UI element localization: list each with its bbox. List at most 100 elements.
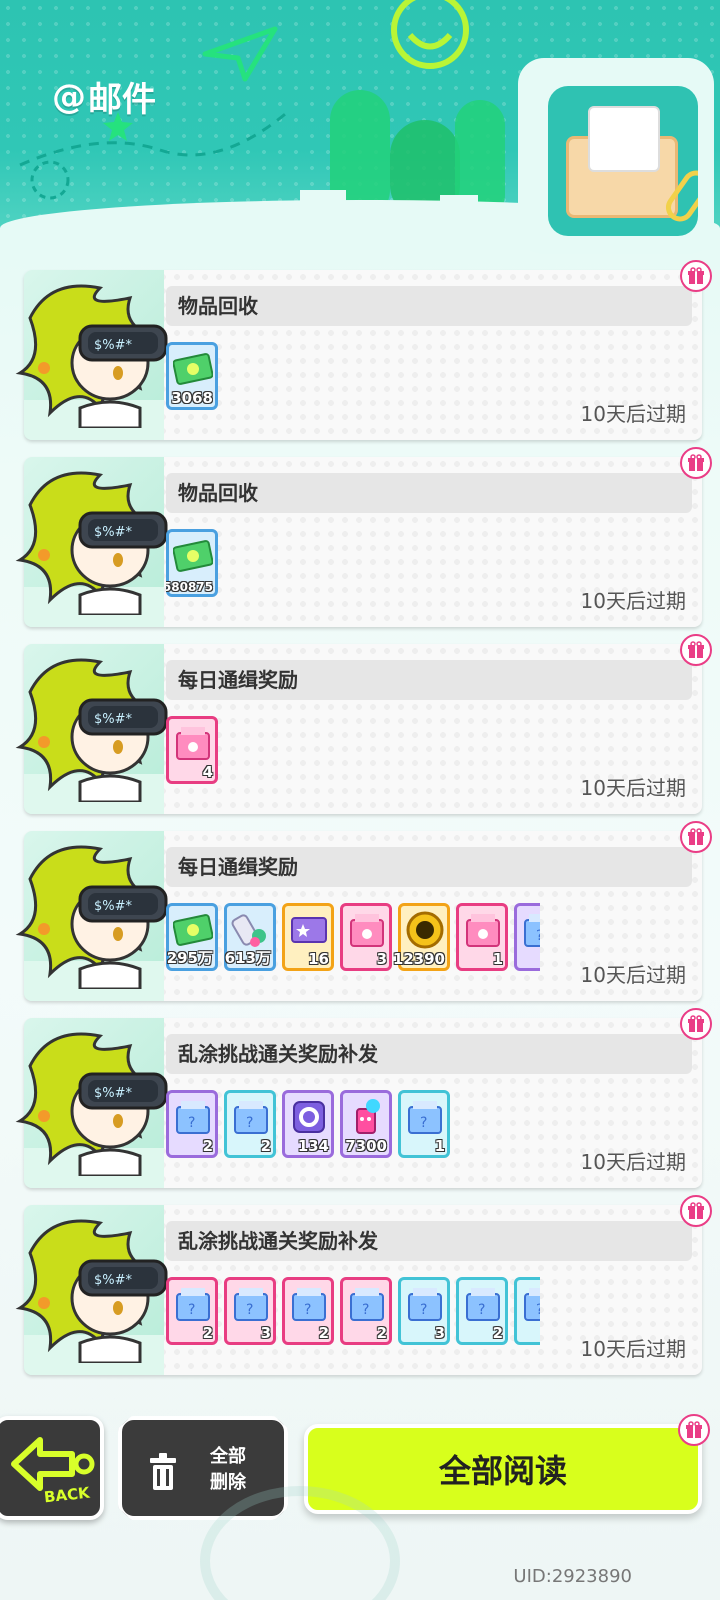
reward-count: 613万 bbox=[224, 949, 271, 967]
cash-icon bbox=[173, 914, 213, 946]
mail-card[interactable]: $%#* 每日通缉奖励 295万 613万 16 3 12390 1? 10天后过期 bbox=[15, 821, 712, 1001]
reward-count: 2 bbox=[260, 1137, 271, 1155]
blue-milk-box-icon: ? bbox=[176, 1101, 210, 1134]
sender-avatar: $%#* bbox=[10, 839, 180, 991]
reward-count: 3068 bbox=[171, 389, 213, 407]
reward-count: 2 bbox=[318, 1324, 329, 1342]
mail-card[interactable]: $%#* 每日通缉奖励 4 10天后过期 bbox=[15, 634, 712, 814]
reward-items: 295万 613万 16 3 12390 1? bbox=[166, 903, 540, 973]
reward-item[interactable]: 12390 bbox=[393, 903, 450, 971]
svg-text:$%#*: $%#* bbox=[94, 1086, 133, 1101]
svg-text:?: ? bbox=[188, 1302, 195, 1318]
trash-icon bbox=[150, 1453, 176, 1490]
reward-count: 4 bbox=[202, 763, 213, 781]
reward-item[interactable]: 16 bbox=[282, 903, 334, 971]
reward-item[interactable]: ? bbox=[514, 1277, 540, 1345]
reward-item[interactable]: 134 bbox=[282, 1090, 334, 1158]
reward-item[interactable]: 7300 bbox=[340, 1090, 392, 1158]
reward-items: 4 bbox=[166, 716, 540, 786]
blue-milk-box-icon: ? bbox=[524, 1288, 540, 1321]
read-all-label: 全部阅读 bbox=[438, 1452, 567, 1490]
reward-item[interactable]: 295万 bbox=[166, 903, 218, 971]
reward-items: 3068 bbox=[166, 342, 540, 412]
svg-text:?: ? bbox=[536, 1302, 540, 1318]
gift-icon bbox=[680, 447, 712, 479]
gift-icon bbox=[680, 1008, 712, 1040]
reward-item[interactable]: 3 bbox=[340, 903, 392, 971]
svg-text:?: ? bbox=[420, 1115, 427, 1131]
back-button[interactable]: BACK bbox=[0, 1416, 104, 1520]
mail-subject: 每日通缉奖励 bbox=[166, 660, 692, 700]
svg-text:$%#*: $%#* bbox=[94, 525, 133, 540]
svg-text:?: ? bbox=[420, 1302, 427, 1318]
mail-expiry: 10天后过期 bbox=[580, 402, 686, 426]
reward-count: 1 bbox=[492, 950, 503, 968]
mail-envelope-badge bbox=[518, 58, 714, 254]
blue-milk-box-icon: ? bbox=[408, 1288, 442, 1321]
delete-label-line1: 全部 bbox=[210, 1446, 246, 1467]
blue-milk-box-icon: ? bbox=[524, 914, 540, 947]
reward-item[interactable]: ? 2 bbox=[166, 1277, 218, 1345]
reward-item[interactable]: ? 2 bbox=[224, 1090, 276, 1158]
reward-item[interactable]: 580875 bbox=[166, 529, 218, 597]
smiley-icon bbox=[391, 0, 469, 69]
svg-text:?: ? bbox=[362, 1302, 369, 1318]
reward-item[interactable]: 3068 bbox=[166, 342, 218, 410]
reward-item[interactable]: ? 3 bbox=[398, 1277, 450, 1345]
svg-text:$%#*: $%#* bbox=[94, 338, 133, 353]
mail-subject: 物品回收 bbox=[166, 473, 692, 513]
reward-count: 16 bbox=[308, 950, 329, 968]
svg-text:?: ? bbox=[246, 1302, 253, 1318]
reward-count: 7300 bbox=[345, 1137, 387, 1155]
mail-expiry: 10天后过期 bbox=[580, 963, 686, 987]
delete-all-label: 全部 删除 bbox=[198, 1444, 258, 1496]
uid-label: UID:2923890 bbox=[513, 1566, 632, 1587]
blue-milk-box-icon: ? bbox=[350, 1288, 384, 1321]
reward-count: 580875 bbox=[166, 580, 213, 594]
paint-tube-icon bbox=[231, 914, 266, 947]
svg-text:$%#*: $%#* bbox=[94, 712, 133, 727]
mail-card[interactable]: $%#* 乱涂挑战通关奖励补发? 2? 2 134 7300? 1 10天后过期 bbox=[15, 1008, 712, 1188]
blue-milk-box-icon: ? bbox=[292, 1288, 326, 1321]
reward-item[interactable]: ? 3 bbox=[224, 1277, 276, 1345]
svg-text:$%#*: $%#* bbox=[94, 899, 133, 914]
mail-expiry: 10天后过期 bbox=[580, 589, 686, 613]
reward-count: 2 bbox=[202, 1137, 213, 1155]
sender-avatar: $%#* bbox=[10, 652, 180, 804]
gold-coin-icon bbox=[406, 911, 444, 949]
reward-items: 580875 bbox=[166, 529, 540, 599]
mail-expiry: 10天后过期 bbox=[580, 776, 686, 800]
blue-milk-box-icon: ? bbox=[466, 1288, 500, 1321]
blue-milk-box-icon: ? bbox=[234, 1101, 268, 1134]
sender-avatar: $%#* bbox=[10, 278, 180, 430]
reward-item[interactable]: ? 2 bbox=[166, 1090, 218, 1158]
svg-text:$%#*: $%#* bbox=[94, 1273, 133, 1288]
reward-item[interactable]: 613万 bbox=[224, 903, 276, 971]
purple-ticket-icon bbox=[291, 917, 327, 943]
delete-label-line2: 删除 bbox=[210, 1472, 246, 1493]
read-all-button[interactable]: 全部阅读 bbox=[304, 1414, 710, 1514]
svg-text:?: ? bbox=[478, 1302, 485, 1318]
sender-avatar: $%#* bbox=[10, 1213, 180, 1365]
svg-text:?: ? bbox=[536, 928, 540, 944]
reward-item[interactable]: ? 2 bbox=[340, 1277, 392, 1345]
paper-plane-icon bbox=[202, 26, 278, 82]
reward-item[interactable]: ? 2 bbox=[456, 1277, 508, 1345]
svg-text:?: ? bbox=[304, 1302, 311, 1318]
svg-text:?: ? bbox=[188, 1115, 195, 1131]
mail-card[interactable]: $%#* 物品回收 3068 10天后过期 bbox=[15, 260, 712, 440]
page-title: @ 邮件 bbox=[52, 72, 156, 121]
reward-item[interactable]: ? 2 bbox=[282, 1277, 334, 1345]
pink-milk-box-icon bbox=[176, 727, 210, 760]
reward-item[interactable]: 1 bbox=[456, 903, 508, 971]
reward-items: ? 2? 2 134 7300? 1 bbox=[166, 1090, 540, 1160]
reward-item[interactable]: 4 bbox=[166, 716, 218, 784]
mail-subject: 每日通缉奖励 bbox=[166, 847, 692, 887]
reward-item[interactable]: ? 1 bbox=[398, 1090, 450, 1158]
reward-count: 2 bbox=[376, 1324, 387, 1342]
mail-card[interactable]: $%#* 乱涂挑战通关奖励补发? 2? 3? 2? 2? 3? 2? 10天后过期 bbox=[15, 1195, 712, 1375]
reward-count: 2 bbox=[492, 1324, 503, 1342]
mail-card[interactable]: $%#* 物品回收 580875 10天后过期 bbox=[15, 447, 712, 627]
reward-item[interactable]: ? bbox=[514, 903, 540, 971]
mail-subject: 物品回收 bbox=[166, 286, 692, 326]
